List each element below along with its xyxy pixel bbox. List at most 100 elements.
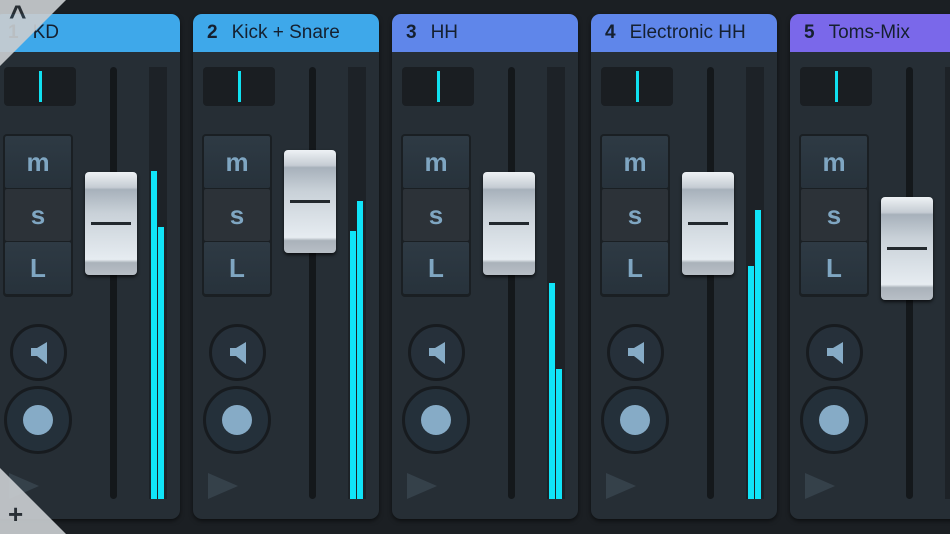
solo-button[interactable]: s xyxy=(801,189,867,241)
speaker-icon xyxy=(428,341,445,364)
pan-control[interactable] xyxy=(402,67,474,106)
monitor-button[interactable] xyxy=(408,324,465,381)
fader-handle[interactable] xyxy=(284,149,336,253)
solo-button[interactable]: s xyxy=(204,189,270,241)
send-arrow-icon[interactable] xyxy=(208,473,238,499)
channel-strip: 2 Kick + Snare msL xyxy=(193,14,379,519)
meter-right xyxy=(357,200,363,499)
channel-header[interactable]: 5 Toms-Mix xyxy=(790,14,950,52)
meter-right xyxy=(755,209,761,499)
channel-strip: 3 HH msL xyxy=(392,14,578,519)
fader-track[interactable] xyxy=(707,67,714,499)
channel-header[interactable]: 4 Electronic HH xyxy=(591,14,777,52)
level-meter xyxy=(149,67,167,499)
msl-group: msL xyxy=(202,134,272,297)
meter-left xyxy=(549,283,555,499)
channel-number: 5 xyxy=(804,22,815,43)
pan-control[interactable] xyxy=(601,67,673,106)
record-icon xyxy=(421,405,451,435)
channel-name: Toms-Mix xyxy=(828,22,910,43)
channel-name: HH xyxy=(430,22,459,43)
fader-handle[interactable] xyxy=(483,171,535,275)
channel-name: Electronic HH xyxy=(629,22,746,43)
fader-track[interactable] xyxy=(309,67,316,499)
mute-button[interactable]: m xyxy=(602,136,668,188)
record-icon xyxy=(222,405,252,435)
fader-line xyxy=(91,221,131,225)
record-icon xyxy=(620,405,650,435)
monitor-button[interactable] xyxy=(10,324,67,381)
channel-number: 2 xyxy=(207,22,218,43)
fader-track[interactable] xyxy=(110,67,117,499)
msl-group: msL xyxy=(600,134,670,297)
mute-button[interactable]: m xyxy=(204,136,270,188)
monitor-button[interactable] xyxy=(607,324,664,381)
listen-button[interactable]: L xyxy=(5,242,71,294)
channel-header[interactable]: 2 Kick + Snare xyxy=(193,14,379,52)
listen-button[interactable]: L xyxy=(204,242,270,294)
mute-button[interactable]: m xyxy=(5,136,71,188)
monitor-button[interactable] xyxy=(209,324,266,381)
meter-right xyxy=(556,369,562,499)
speaker-icon xyxy=(826,341,843,364)
msl-group: msL xyxy=(401,134,471,297)
meter-right xyxy=(158,226,164,499)
pan-control[interactable] xyxy=(800,67,872,106)
meter-left xyxy=(151,170,157,499)
chevron-up-icon: ^ xyxy=(9,0,27,33)
fader-line xyxy=(489,221,529,225)
fader-handle[interactable] xyxy=(85,171,137,275)
fader-track[interactable] xyxy=(508,67,515,499)
fader-line xyxy=(290,199,330,203)
record-button[interactable] xyxy=(4,386,72,454)
record-icon xyxy=(23,405,53,435)
fader-handle[interactable] xyxy=(881,197,933,301)
channel-strip: 5 Toms-Mix msL xyxy=(790,14,950,519)
pan-control[interactable] xyxy=(4,67,76,106)
mute-button[interactable]: m xyxy=(403,136,469,188)
record-icon xyxy=(819,405,849,435)
mute-button[interactable]: m xyxy=(801,136,867,188)
send-arrow-icon[interactable] xyxy=(407,473,437,499)
channel-strip: 1 KD msL xyxy=(0,14,180,519)
pan-indicator xyxy=(835,71,838,102)
pan-indicator xyxy=(39,71,42,102)
plus-icon: + xyxy=(8,499,24,529)
channel-name: Kick + Snare xyxy=(231,22,340,43)
solo-button[interactable]: s xyxy=(602,189,668,241)
speaker-icon xyxy=(229,341,246,364)
level-meter xyxy=(746,67,764,499)
channel-header[interactable]: 3 HH xyxy=(392,14,578,52)
record-button[interactable] xyxy=(402,386,470,454)
fader-line xyxy=(887,247,927,251)
record-button[interactable] xyxy=(800,386,868,454)
fader-line xyxy=(688,221,728,225)
send-arrow-icon[interactable] xyxy=(606,473,636,499)
record-button[interactable] xyxy=(203,386,271,454)
pan-indicator xyxy=(636,71,639,102)
channel-number: 3 xyxy=(406,22,417,43)
solo-button[interactable]: s xyxy=(403,189,469,241)
listen-button[interactable]: L xyxy=(801,242,867,294)
record-button[interactable] xyxy=(601,386,669,454)
pan-indicator xyxy=(238,71,241,102)
msl-group: msL xyxy=(3,134,73,297)
pan-indicator xyxy=(437,71,440,102)
level-meter xyxy=(547,67,565,499)
meter-left xyxy=(748,265,754,499)
level-meter xyxy=(348,67,366,499)
channel-number: 4 xyxy=(605,22,616,43)
solo-button[interactable]: s xyxy=(5,189,71,241)
speaker-icon xyxy=(627,341,644,364)
meter-left xyxy=(350,231,356,499)
listen-button[interactable]: L xyxy=(403,242,469,294)
msl-group: msL xyxy=(799,134,869,297)
pan-control[interactable] xyxy=(203,67,275,106)
channel-strip: 4 Electronic HH msL xyxy=(591,14,777,519)
monitor-button[interactable] xyxy=(806,324,863,381)
speaker-icon xyxy=(30,341,47,364)
send-arrow-icon[interactable] xyxy=(805,473,835,499)
listen-button[interactable]: L xyxy=(602,242,668,294)
fader-handle[interactable] xyxy=(682,171,734,275)
level-meter xyxy=(945,67,950,499)
